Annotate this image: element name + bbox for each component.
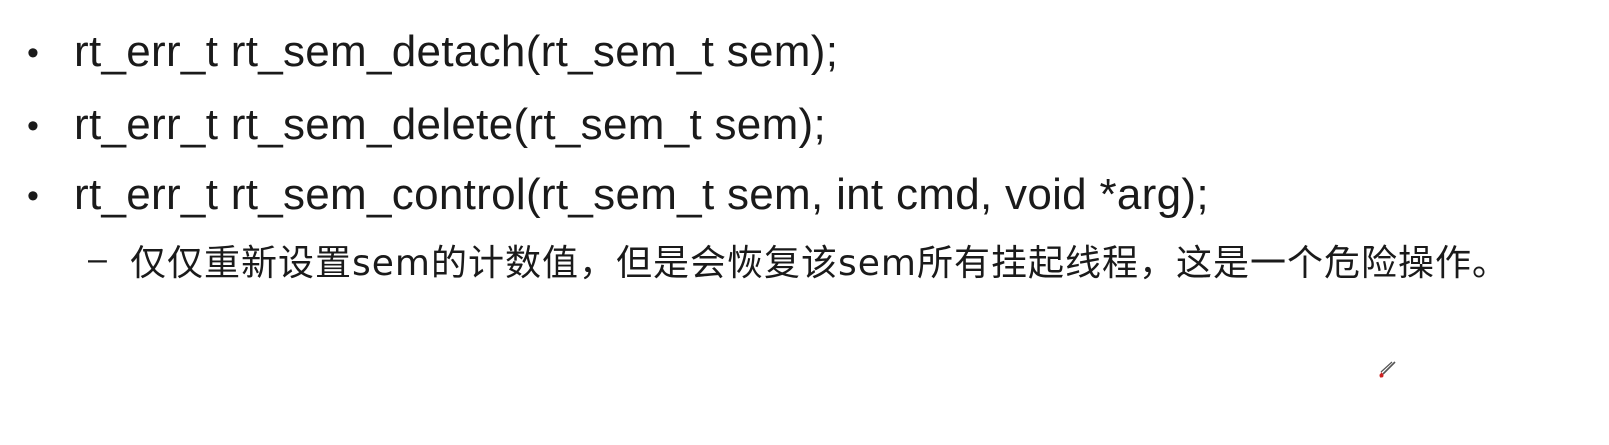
bullet-marker: • bbox=[27, 177, 39, 215]
bullet-text: rt_err_t rt_sem_detach(rt_sem_t sem); bbox=[74, 27, 839, 76]
sub-bullet-marker: – bbox=[88, 240, 107, 278]
slide: • rt_err_t rt_sem_detach(rt_sem_t sem); … bbox=[0, 0, 1609, 445]
sub-bullet-item: – 仅仅重新设置sem的计数值，但是会恢复该sem所有挂起线程，这是一个危险操作… bbox=[0, 238, 1609, 348]
bullet-marker: • bbox=[27, 107, 39, 145]
bullet-text: rt_err_t rt_sem_control(rt_sem_t sem, in… bbox=[74, 170, 1209, 219]
bullet-marker: • bbox=[27, 34, 39, 72]
sub-bullet-text: 仅仅重新设置sem的计数值，但是会恢复该sem所有挂起线程，这是一个危险操作。 bbox=[130, 243, 1509, 284]
bullet-text: rt_err_t rt_sem_delete(rt_sem_t sem); bbox=[74, 100, 827, 149]
pen-pointer-icon bbox=[1379, 361, 1396, 378]
